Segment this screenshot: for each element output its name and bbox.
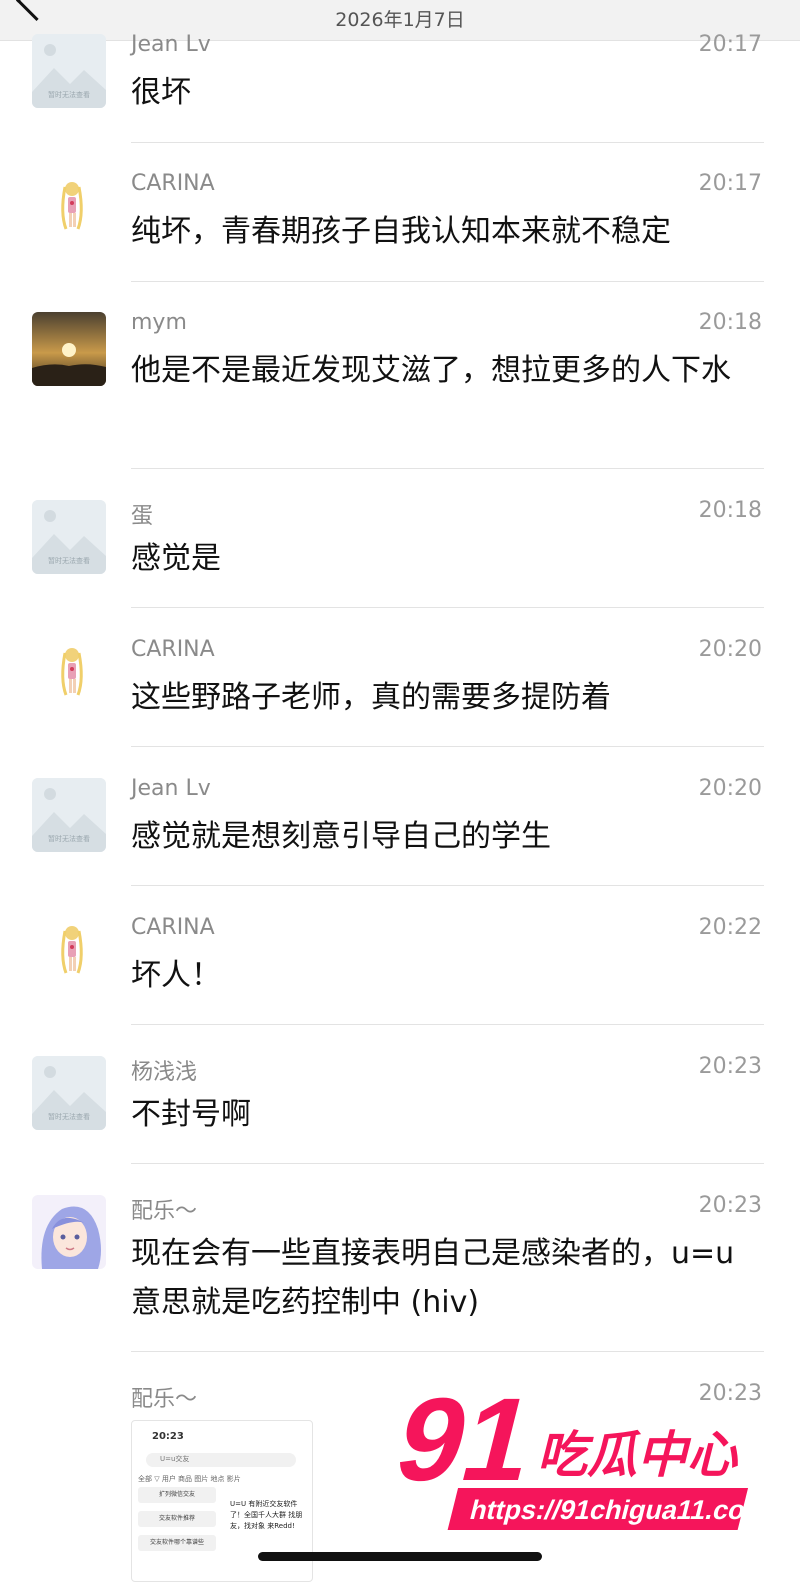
message-text: 感觉就是想刻意引导自己的学生: [131, 819, 551, 854]
message-text: 这些野路子老师，真的需要多提防着: [131, 680, 611, 715]
message-divider: [131, 1024, 764, 1025]
message-text: 很坏: [131, 75, 191, 110]
message-text: 坏人！: [131, 958, 221, 993]
svg-text:暂时无法查看: 暂时无法查看: [48, 556, 90, 565]
message-divider: [131, 1351, 764, 1352]
sender-name: 杨浅浅: [131, 1060, 198, 1085]
placeholder-avatar-icon[interactable]: 暂时无法查看: [32, 34, 106, 108]
message-time: 20:23: [698, 1193, 762, 1218]
placeholder-avatar-icon[interactable]: 暂时无法查看: [32, 1056, 106, 1130]
svg-text:暂时无法查看: 暂时无法查看: [48, 90, 90, 99]
message-divider: [131, 746, 764, 747]
message-time: 20:22: [698, 915, 762, 940]
thumbnail-time: 20:23: [152, 1431, 184, 1442]
anime-girl-avatar-icon[interactable]: [32, 1195, 106, 1269]
thumbnail-tabs: 全部 ▽ 用户 商品 图片 地点 影片: [138, 1475, 241, 1483]
sender-name: Jean Lv: [131, 32, 211, 57]
sender-name: mym: [131, 310, 187, 335]
placeholder-avatar-icon[interactable]: 暂时无法查看: [32, 778, 106, 852]
sunset-avatar-icon[interactable]: [32, 312, 106, 386]
message-text: 现在会有一些直接表明自己是感染者的，u=u 意思就是吃药控制中 (hiv): [131, 1236, 735, 1320]
thumbnail-search-bar: U=u交友: [146, 1453, 296, 1467]
sender-name: CARINA: [131, 637, 215, 662]
message-divider: [131, 1163, 764, 1164]
message-divider: [131, 281, 764, 282]
message-time: 20:17: [698, 32, 762, 57]
svg-text:暂时无法查看: 暂时无法查看: [48, 1112, 90, 1121]
message-text: 纯坏，青春期孩子自我认知本来就不稳定: [131, 214, 671, 249]
sender-name: 配乐～: [131, 1387, 198, 1412]
svg-text:暂时无法查看: 暂时无法查看: [48, 834, 90, 843]
message-time: 20:20: [698, 637, 762, 662]
placeholder-avatar-icon[interactable]: 暂时无法查看: [32, 500, 106, 574]
message-divider: [131, 468, 764, 469]
sender-name: CARINA: [131, 171, 215, 196]
message-time: 20:23: [698, 1054, 762, 1079]
message-divider: [131, 607, 764, 608]
chat-header: 2026年1月7日: [0, 0, 800, 41]
message-divider: [131, 885, 764, 886]
thumbnail-chip: 交友软件推荐: [138, 1511, 216, 1527]
sender-name: Jean Lv: [131, 776, 211, 801]
chat-date: 2026年1月7日: [335, 9, 465, 31]
thumbnail-search-text: U=u交友: [160, 1455, 190, 1463]
message-time: 20:18: [698, 498, 762, 523]
thumbnail-chip: 扩列微信交友: [138, 1487, 216, 1503]
message-text: 他是不是最近发现艾滋了，想拉更多的人下水: [131, 353, 731, 388]
message-time: 20:17: [698, 171, 762, 196]
carina-avatar-icon[interactable]: [32, 639, 106, 713]
watermark-brand: 吃瓜中心: [534, 1426, 748, 1484]
sender-name: 配乐～: [131, 1199, 198, 1224]
message-text: 不封号啊: [131, 1097, 251, 1132]
carina-avatar-icon[interactable]: [32, 173, 106, 247]
watermark-url: https://91chigua11.com: [467, 1494, 773, 1525]
thumbnail-note: U=U 有附近交友软件了！全国千人大群 找朋友，找对象 来Redd!: [230, 1500, 303, 1530]
watermark-logo: 91 吃瓜中心 https://91chigua11.com: [384, 1375, 780, 1540]
thumbnail-chip: 交友软件哪个靠谱些: [138, 1535, 216, 1551]
watermark-number: 91: [385, 1380, 548, 1506]
message-divider: [131, 142, 764, 143]
home-indicator[interactable]: [258, 1552, 542, 1561]
sender-name: 蛋: [131, 504, 154, 529]
message-time: 20:18: [698, 310, 762, 335]
carina-avatar-icon[interactable]: [32, 917, 106, 991]
sender-name: CARINA: [131, 915, 215, 940]
message-time: 20:20: [698, 776, 762, 801]
message-text: 感觉是: [131, 541, 221, 576]
